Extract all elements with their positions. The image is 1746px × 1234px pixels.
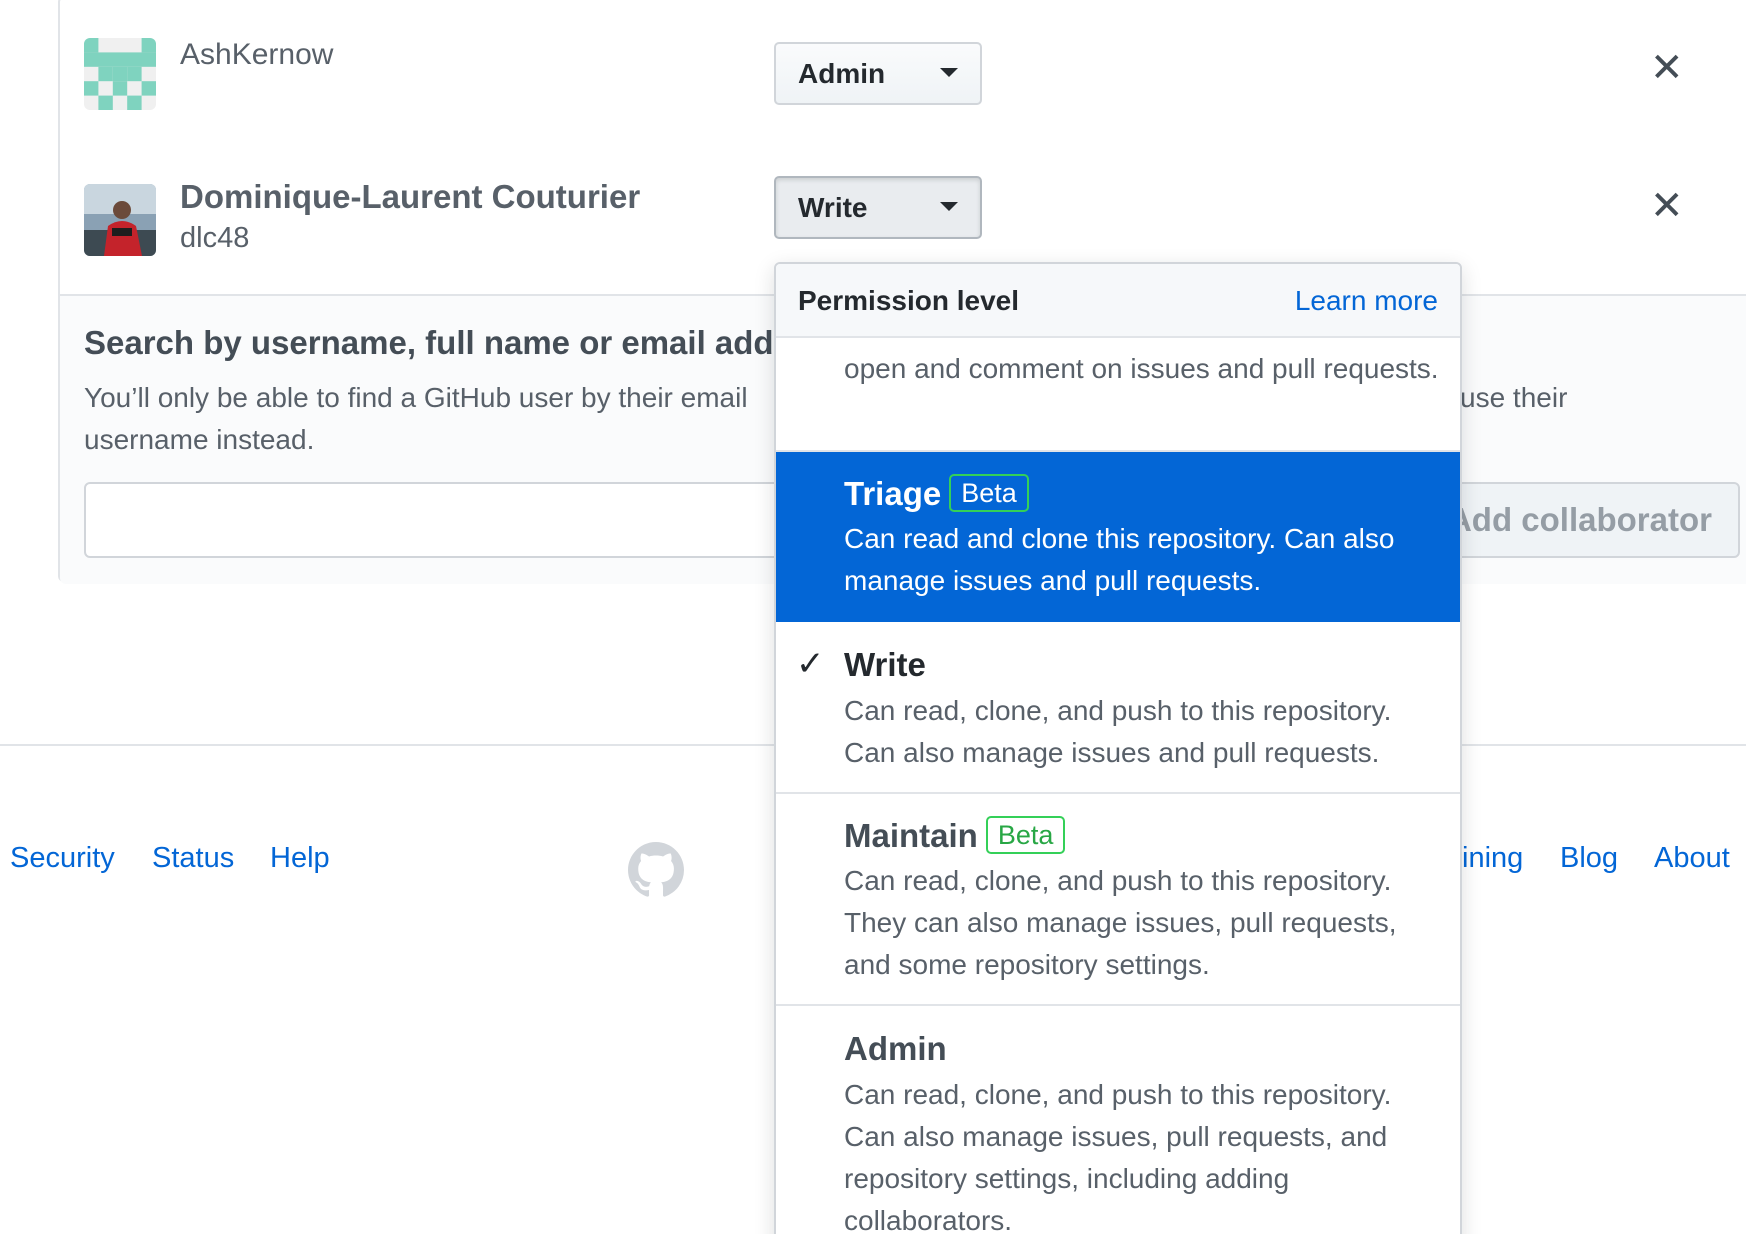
identicon-icon bbox=[84, 38, 156, 110]
collaborator-login: dlc48 bbox=[180, 222, 250, 254]
permission-option-desc: Can read, clone, and push to this reposi… bbox=[844, 865, 1397, 980]
caret-down-icon bbox=[940, 202, 958, 211]
permission-option-desc: Can read, clone, and push to this reposi… bbox=[844, 695, 1392, 768]
search-help-text-line2: username instead. bbox=[84, 424, 315, 455]
permission-select-button[interactable]: Write bbox=[774, 176, 982, 239]
add-collaborator-button[interactable]: Add collaborator bbox=[1440, 482, 1740, 558]
permission-option-title: Admin bbox=[844, 1030, 947, 1067]
permission-option-maintain[interactable]: Maintain Beta Can read, clone, and push t… bbox=[776, 794, 1460, 1006]
collaborator-row: AshKernow Admin ✕ bbox=[60, 0, 1746, 138]
search-help-text-right: use their bbox=[1460, 382, 1568, 413]
permission-option-desc: Can read and clone this repository. Can … bbox=[844, 523, 1395, 596]
permission-option-title: Maintain Beta bbox=[844, 816, 1066, 855]
footer-link-about[interactable]: About bbox=[1654, 842, 1730, 875]
footer-link-security[interactable]: Security bbox=[10, 842, 115, 875]
dropdown-title: Permission level bbox=[798, 285, 1020, 316]
remove-collaborator-icon[interactable]: ✕ bbox=[1650, 186, 1684, 226]
footer-link-training[interactable]: ining bbox=[1462, 842, 1523, 875]
permission-label: Admin bbox=[798, 57, 886, 89]
collaborator-name[interactable]: Dominique-Laurent Couturier bbox=[180, 178, 640, 216]
permission-dropdown-menu: Permission level Learn more open and com… bbox=[774, 262, 1462, 1234]
user-photo-icon bbox=[84, 184, 156, 256]
search-help-text: You’ll only be able to find a GitHub use… bbox=[84, 382, 748, 413]
collaborator-name[interactable]: AshKernow bbox=[180, 38, 333, 72]
dropdown-header: Permission level Learn more bbox=[776, 264, 1460, 338]
permission-option-desc: Can read, clone, and push to this reposi… bbox=[844, 1079, 1392, 1234]
footer-link-blog[interactable]: Blog bbox=[1560, 842, 1618, 875]
permission-option-title-text: Triage bbox=[844, 475, 942, 512]
caret-down-icon bbox=[940, 68, 958, 77]
search-title: Search by username, full name or email a… bbox=[84, 324, 842, 361]
permission-option-admin[interactable]: Admin Can read, clone, and push to this … bbox=[776, 1006, 1460, 1234]
remove-collaborator-icon[interactable]: ✕ bbox=[1650, 48, 1684, 88]
permission-option-title: Triage Beta bbox=[844, 474, 1029, 513]
github-logo-icon[interactable] bbox=[628, 842, 684, 898]
check-icon: ✓ bbox=[796, 645, 825, 683]
permission-option-desc: open and comment on issues and pull requ… bbox=[844, 353, 1439, 384]
avatar[interactable] bbox=[84, 38, 156, 110]
permission-option-title-text: Maintain bbox=[844, 817, 978, 854]
permission-option-title: Write bbox=[844, 646, 926, 683]
permission-select-button[interactable]: Admin bbox=[774, 42, 982, 105]
footer-link-status[interactable]: Status bbox=[152, 842, 234, 875]
beta-badge: Beta bbox=[949, 474, 1029, 512]
permission-option-write[interactable]: ✓ Write Can read, clone, and push to thi… bbox=[776, 622, 1460, 794]
permission-option-triage[interactable]: Triage Beta Can read and clone this repos… bbox=[776, 452, 1460, 622]
permission-option-read[interactable]: open and comment on issues and pull requ… bbox=[776, 338, 1460, 452]
permission-label: Write bbox=[798, 191, 868, 223]
footer-link-help[interactable]: Help bbox=[270, 842, 330, 875]
beta-badge: Beta bbox=[985, 816, 1066, 854]
avatar[interactable] bbox=[84, 184, 156, 256]
learn-more-link[interactable]: Learn more bbox=[1295, 285, 1438, 317]
